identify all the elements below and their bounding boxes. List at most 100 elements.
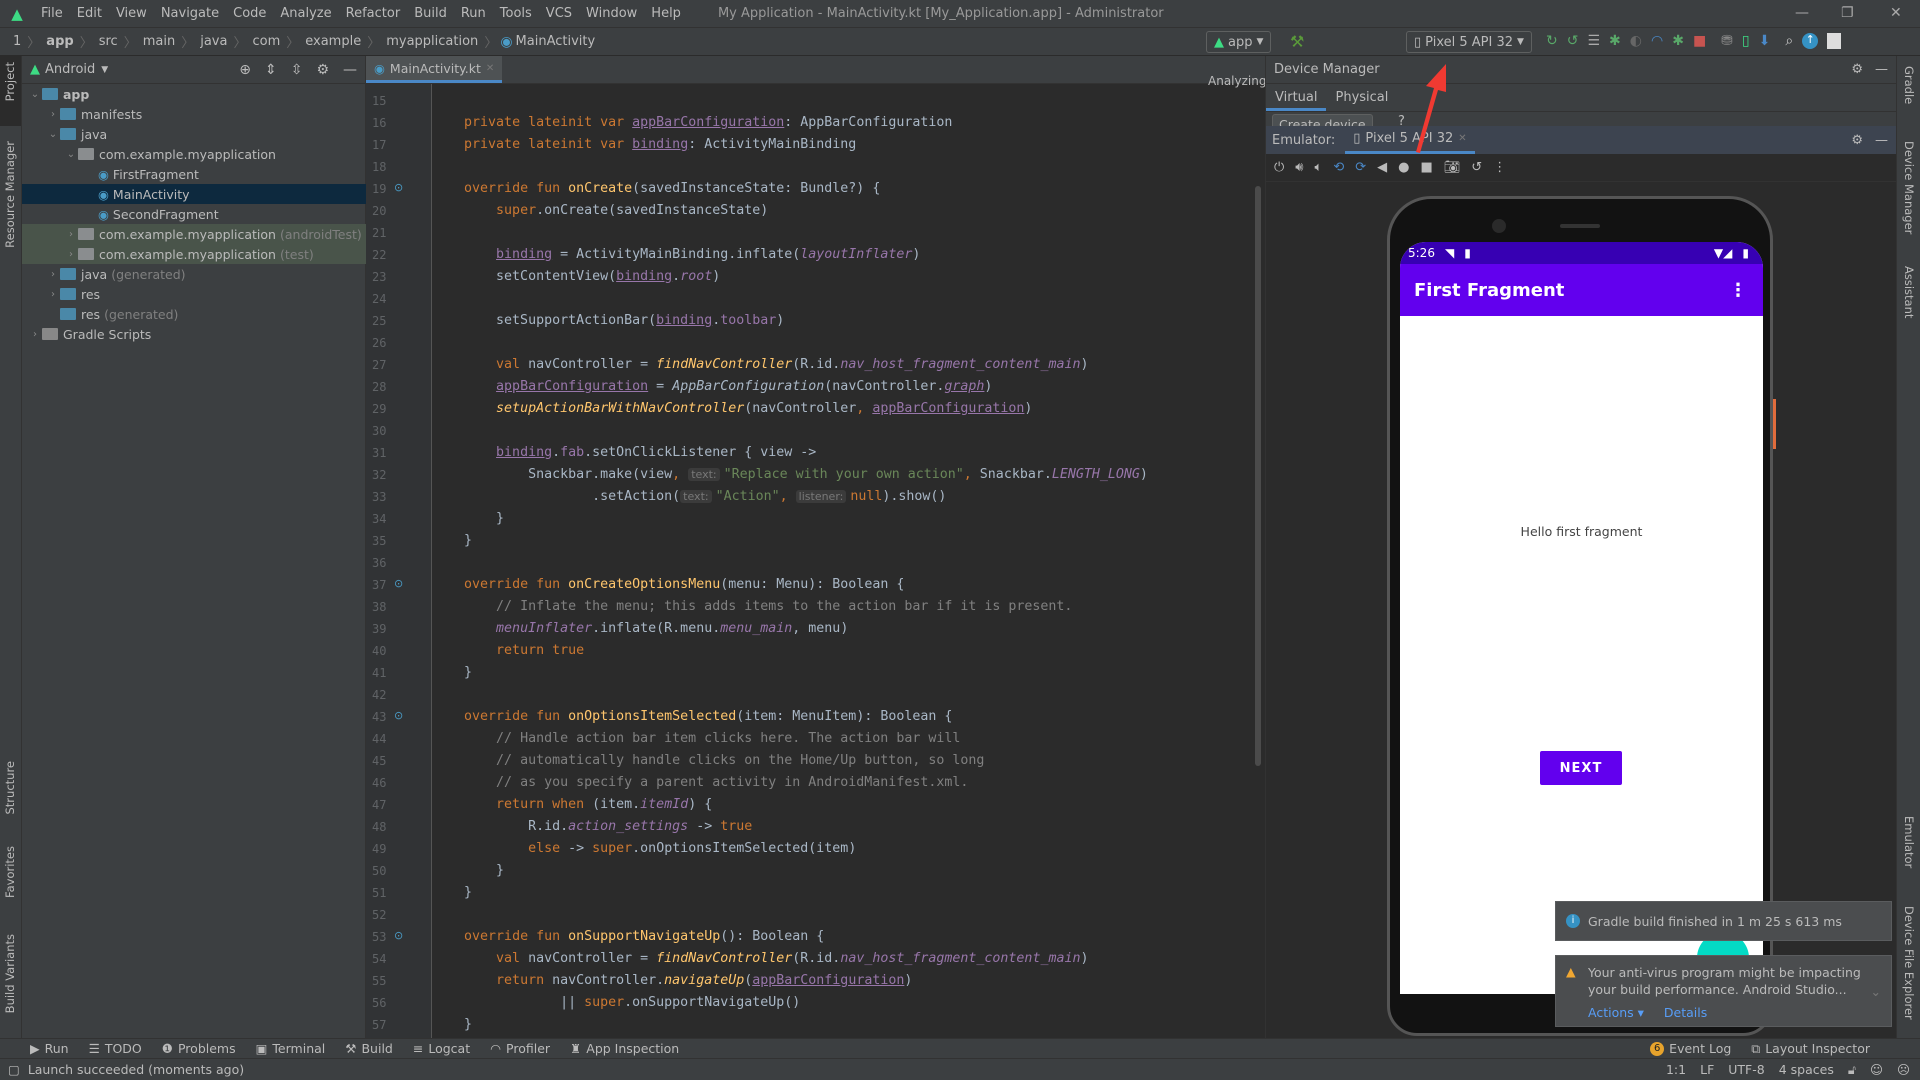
- tree-item[interactable]: ◉ SecondFragment: [22, 204, 366, 224]
- volume-up-icon[interactable]: 🔊︎: [1295, 160, 1303, 175]
- close-tab-icon[interactable]: ✕: [486, 63, 494, 74]
- apply-code-changes-icon[interactable]: ↺: [1567, 33, 1579, 49]
- hide-icon[interactable]: —: [343, 62, 357, 78]
- coverage-icon[interactable]: ◐: [1630, 33, 1642, 49]
- line-separator[interactable]: LF: [1700, 1062, 1714, 1078]
- expand-chevron-icon[interactable]: ⌄: [1871, 984, 1881, 999]
- gradle-notification[interactable]: i Gradle build finished in 1 m 25 s 613 …: [1555, 901, 1892, 941]
- tree-item[interactable]: › Gradle Scripts: [22, 324, 366, 344]
- restore-button[interactable]: ❐: [1841, 5, 1854, 21]
- project-view-dropdown[interactable]: Android: [45, 62, 95, 77]
- sdk-manager-icon[interactable]: ⬇: [1759, 33, 1771, 49]
- breadcrumb-project[interactable]: 1: [10, 34, 24, 49]
- menu-code[interactable]: Code: [226, 6, 273, 21]
- project-tool-tab[interactable]: Project: [3, 62, 17, 101]
- menu-view[interactable]: View: [109, 6, 154, 21]
- tab-mainactivity[interactable]: ◉ MainActivity.kt ✕: [366, 56, 503, 83]
- todo-tool-button[interactable]: ☰ TODO: [89, 1041, 142, 1056]
- gear-icon[interactable]: ⚙: [1851, 133, 1863, 148]
- volume-down-icon[interactable]: 🔈︎: [1315, 160, 1323, 175]
- phone-screen[interactable]: 5:26 ◥ ▮ ▼◢ ▮ First Fragment ⋮ Hello fir…: [1400, 242, 1763, 994]
- run-config-dropdown[interactable]: ▲ app ▼: [1206, 31, 1272, 53]
- resource-manager-tool-tab[interactable]: Resource Manager: [3, 141, 17, 248]
- toggle-tool-windows-icon[interactable]: ▢: [8, 1062, 20, 1077]
- chevron-right-icon[interactable]: ›: [46, 109, 60, 120]
- emulator-tool-tab[interactable]: Emulator: [1902, 816, 1916, 868]
- tree-item[interactable]: ◉ MainActivity: [22, 184, 366, 204]
- chevron-down-icon[interactable]: ⌄: [46, 129, 60, 140]
- search-icon[interactable]: ⌕: [1785, 33, 1793, 49]
- details-link[interactable]: Details: [1664, 1004, 1707, 1021]
- next-button[interactable]: NEXT: [1540, 751, 1622, 785]
- actions-link[interactable]: Actions ▾: [1588, 1004, 1644, 1021]
- tree-item[interactable]: › com.example.myapplication (test): [22, 244, 366, 264]
- update-icon[interactable]: ↑: [1802, 33, 1819, 49]
- hide-icon[interactable]: —: [1875, 133, 1888, 148]
- tree-item[interactable]: ◉ FirstFragment: [22, 164, 366, 184]
- menu-edit[interactable]: Edit: [70, 6, 109, 21]
- gear-icon[interactable]: ⚙: [1851, 62, 1863, 77]
- tab-physical[interactable]: Physical: [1326, 84, 1397, 111]
- hide-icon[interactable]: —: [1875, 62, 1888, 77]
- more-icon[interactable]: ⋮: [1493, 160, 1506, 175]
- tree-item[interactable]: res (generated): [22, 304, 366, 324]
- menu-help[interactable]: Help: [644, 6, 688, 21]
- chevron-right-icon[interactable]: ›: [46, 269, 60, 280]
- menu-build[interactable]: Build: [407, 6, 454, 21]
- problems-tool-button[interactable]: ❶ Problems: [162, 1041, 236, 1056]
- happy-feedback-icon[interactable]: ☺: [1870, 1062, 1883, 1078]
- profiler-tool-button[interactable]: ◠ Profiler: [490, 1041, 550, 1056]
- sad-feedback-icon[interactable]: ☹: [1897, 1062, 1910, 1078]
- side-button[interactable]: [1773, 399, 1776, 449]
- build-variants-tool-tab[interactable]: Build Variants: [3, 934, 17, 1013]
- indent-setting[interactable]: 4 spaces: [1779, 1062, 1834, 1078]
- device-dropdown[interactable]: ▯ Pixel 5 API 32 ▼: [1406, 31, 1532, 53]
- terminal-tool-button[interactable]: ▣ Terminal: [256, 1041, 326, 1056]
- chevron-right-icon[interactable]: ›: [64, 249, 78, 260]
- tree-item[interactable]: › java (generated): [22, 264, 366, 284]
- tree-item[interactable]: ⌄ com.example.myapplication: [22, 144, 366, 164]
- apply-changes-restart-icon[interactable]: ↻: [1546, 33, 1558, 49]
- locate-icon[interactable]: ⊕: [239, 62, 251, 78]
- device-manager-icon[interactable]: ▯: [1742, 33, 1750, 49]
- gradle-tool-tab[interactable]: Gradle: [1902, 66, 1916, 104]
- expand-all-icon[interactable]: ⇕: [265, 62, 277, 78]
- create-device-button[interactable]: Create device: [1272, 114, 1373, 126]
- debug-icon[interactable]: ✱: [1609, 33, 1621, 49]
- menu-refactor[interactable]: Refactor: [339, 6, 408, 21]
- close-window-button[interactable]: ✕: [1890, 5, 1902, 21]
- antivirus-notification[interactable]: ▲ Your anti-virus program might be impac…: [1555, 955, 1892, 1027]
- menu-analyze[interactable]: Analyze: [273, 6, 338, 21]
- layout-inspector-button[interactable]: ⧉ Layout Inspector: [1751, 1041, 1870, 1057]
- event-log-button[interactable]: 6 Event Log: [1650, 1041, 1731, 1057]
- overflow-menu-icon[interactable]: ⋮: [1729, 280, 1747, 301]
- profiler-icon[interactable]: ◠: [1651, 33, 1663, 49]
- rotate-right-icon[interactable]: ⟳: [1355, 160, 1366, 175]
- chevron-down-icon[interactable]: ⌄: [28, 89, 42, 100]
- lock-icon[interactable]: 🔓︎: [1848, 1062, 1856, 1078]
- breadcrumb-app[interactable]: app: [43, 34, 76, 49]
- file-encoding[interactable]: UTF-8: [1728, 1062, 1764, 1078]
- back-icon[interactable]: ◀: [1377, 160, 1387, 175]
- gear-icon[interactable]: ⚙: [316, 62, 329, 78]
- breadcrumb-src[interactable]: src: [96, 34, 121, 49]
- code-area[interactable]: private lateinit var appBarConfiguration…: [366, 84, 1265, 1038]
- structure-tool-tab[interactable]: Structure: [3, 761, 17, 815]
- tree-item[interactable]: ⌄ java: [22, 124, 366, 144]
- tab-virtual[interactable]: Virtual: [1266, 84, 1327, 111]
- logcat-tool-button[interactable]: ≡ Logcat: [413, 1041, 470, 1056]
- breadcrumb-com[interactable]: com: [249, 34, 283, 49]
- chevron-right-icon[interactable]: ›: [64, 229, 78, 240]
- caret-position[interactable]: 1:1: [1666, 1062, 1686, 1078]
- menu-window[interactable]: Window: [579, 6, 644, 21]
- favorites-tool-tab[interactable]: Favorites: [3, 846, 17, 898]
- sync-gradle-icon[interactable]: ⛃: [1721, 33, 1733, 49]
- tree-item[interactable]: › res: [22, 284, 366, 304]
- menu-navigate[interactable]: Navigate: [154, 6, 226, 21]
- assistant-tool-tab[interactable]: Assistant: [1902, 266, 1916, 318]
- tree-item[interactable]: ⌄ app: [22, 84, 366, 104]
- minimize-button[interactable]: —: [1795, 5, 1809, 21]
- run-list-icon[interactable]: ☰: [1587, 33, 1600, 49]
- chevron-right-icon[interactable]: ›: [28, 329, 42, 340]
- chevron-down-icon[interactable]: ⌄: [64, 149, 78, 160]
